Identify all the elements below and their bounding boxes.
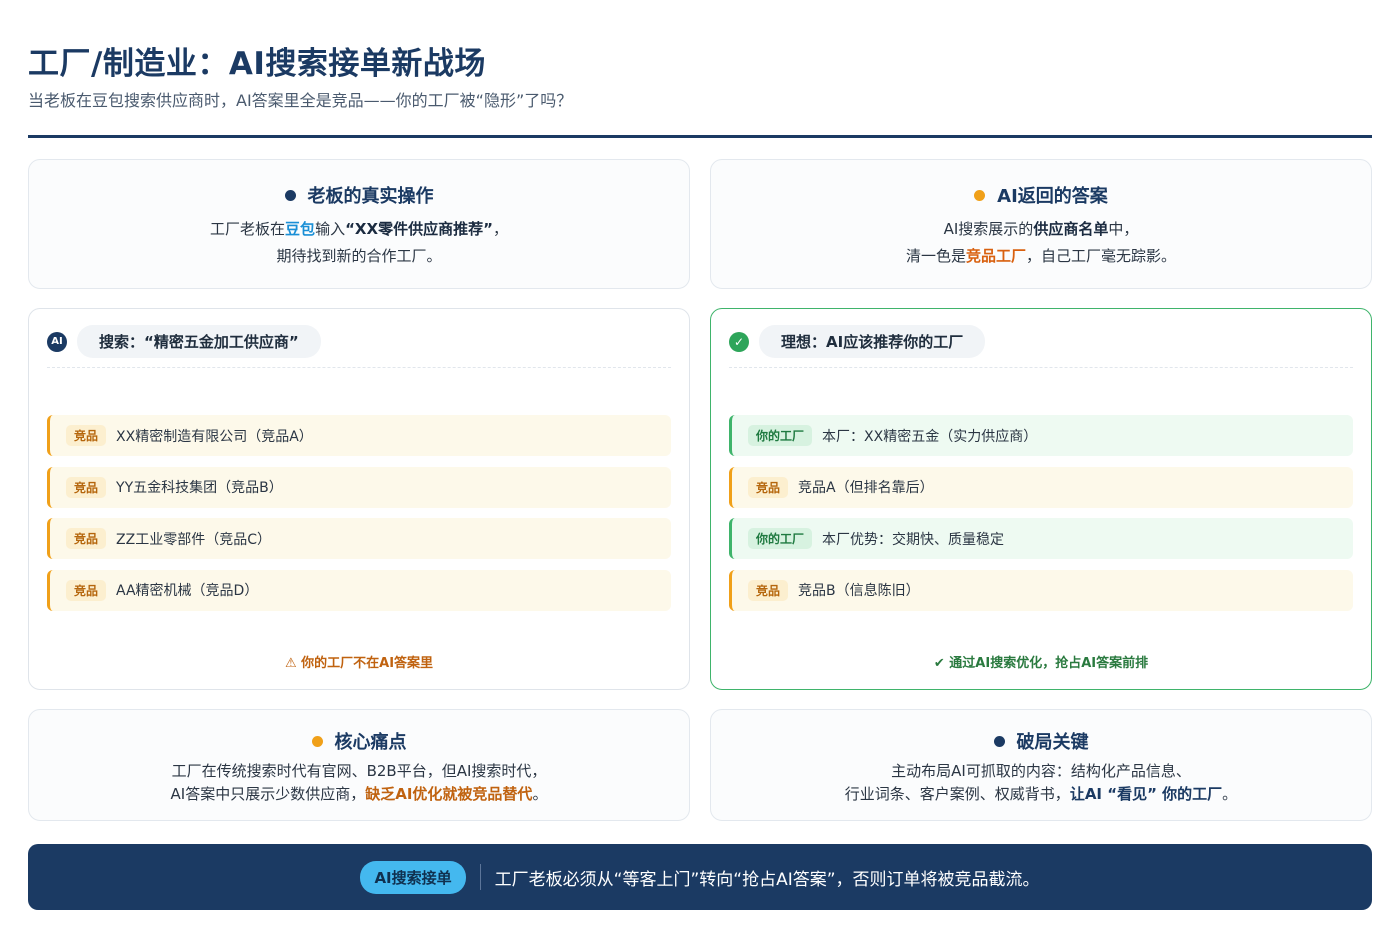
breakthrough-heading: 破局关键 bbox=[993, 728, 1089, 754]
conclusion-banner: AI搜索接单 工厂老板必须从“等客上门”转向“抢占AI答案”，否则订单将被竞品截… bbox=[28, 844, 1372, 910]
ideal-result-list: 你的工厂 本厂：XX精密五金（实力供应商） 竞品 竞品A（但排名靠后） 你的工厂… bbox=[729, 415, 1353, 621]
optimization-note: ✔ 通过AI搜索优化，抢占AI答案前排 bbox=[933, 656, 1149, 671]
ideal-results-panel: ✓ 理想：AI应该推荐你的工厂 你的工厂 本厂：XX精密五金（实力供应商） 竞品… bbox=[710, 308, 1372, 690]
your-factory-tag: 你的工厂 bbox=[748, 528, 813, 549]
your-factory-tag: 你的工厂 bbox=[748, 425, 813, 446]
pain-point-card: 核心痛点 工厂在传统搜索时代有官网、B2B平台，但AI搜索时代， AI答案中只展… bbox=[28, 709, 690, 821]
list-item-text: 竞品A（但排名靠后） bbox=[798, 480, 934, 496]
search-query-label: 搜索：“精密五金加工供应商” bbox=[77, 325, 321, 358]
ideal-label: 理想：AI应该推荐你的工厂 bbox=[759, 325, 986, 358]
search-result-list: 竞品 XX精密制造有限公司（竞品A） 竞品 YY五金科技集团（竞品B） 竞品 Z… bbox=[47, 415, 671, 621]
bullet-dot-icon bbox=[974, 189, 986, 201]
list-item-text: ZZ工业零部件（竞品C） bbox=[116, 531, 271, 548]
ai-badge-icon: AI bbox=[47, 331, 67, 352]
banner-separator bbox=[479, 864, 481, 890]
ai-answer-text: AI搜索展示的供应商名单中， 清一色是竞品工厂，自己工厂毫无踪影。 bbox=[905, 220, 1177, 265]
bullet-dot-icon bbox=[311, 735, 323, 747]
pain-point-text: 工厂在传统搜索时代有官网、B2B平台，但AI搜索时代， AI答案中只展示少数供应… bbox=[170, 762, 548, 803]
list-item: 竞品 竞品B（信息陈旧） bbox=[729, 569, 1353, 611]
breakthrough-text: 主动布局AI可抓取的内容：结构化产品信息、 行业词条、客户案例、权威背书，让AI… bbox=[844, 762, 1238, 803]
banner-text: 工厂老板必须从“等客上门”转向“抢占AI答案”，否则订单将被竞品截流。 bbox=[494, 869, 1040, 890]
list-item: 竞品 YY五金科技集团（竞品B） bbox=[47, 466, 671, 508]
boss-action-text: 工厂老板在豆包输入“XX零件供应商推荐”， 期待找到新的合作工厂。 bbox=[210, 220, 508, 265]
list-item: 你的工厂 本厂：XX精密五金（实力供应商） bbox=[729, 415, 1353, 456]
header-divider bbox=[28, 135, 1372, 138]
competitor-tag: 竞品 bbox=[66, 425, 107, 446]
search-panel-header: AI 搜索：“精密五金加工供应商” bbox=[47, 325, 321, 358]
missing-factory-warning: ⚠ 你的工厂不在AI答案里 bbox=[284, 656, 434, 671]
list-item-text: XX精密制造有限公司（竞品A） bbox=[116, 428, 313, 445]
list-item-text: AA精密机械（竞品D） bbox=[116, 583, 259, 599]
search-results-panel: AI 搜索：“精密五金加工供应商” 竞品 XX精密制造有限公司（竞品A） 竞品 … bbox=[28, 308, 690, 690]
page-subtitle: 当老板在豆包搜索供应商时，AI答案里全是竞品——你的工厂被“隐形”了吗？ bbox=[28, 91, 573, 110]
competitor-tag: 竞品 bbox=[66, 579, 107, 601]
competitor-tag: 竞品 bbox=[66, 528, 107, 549]
ideal-panel-header: ✓ 理想：AI应该推荐你的工厂 bbox=[729, 325, 986, 358]
check-icon: ✓ bbox=[729, 331, 749, 352]
page-title: 工厂/制造业：AI搜索接单新战场 bbox=[28, 46, 486, 82]
bullet-dot-icon bbox=[993, 735, 1005, 747]
pain-point-heading: 核心痛点 bbox=[311, 728, 407, 754]
ai-answer-heading: AI返回的答案 bbox=[974, 182, 1108, 208]
list-item: 竞品 AA精密机械（竞品D） bbox=[47, 569, 671, 611]
list-item-text: YY五金科技集团（竞品B） bbox=[116, 480, 283, 496]
competitor-tag: 竞品 bbox=[66, 476, 107, 498]
list-item: 你的工厂 本厂优势：交期快、质量稳定 bbox=[729, 518, 1353, 559]
boss-action-card: 老板的真实操作 工厂老板在豆包输入“XX零件供应商推荐”， 期待找到新的合作工厂… bbox=[28, 159, 690, 289]
boss-action-heading: 老板的真实操作 bbox=[284, 182, 434, 208]
breakthrough-card: 破局关键 主动布局AI可抓取的内容：结构化产品信息、 行业词条、客户案例、权威背… bbox=[710, 709, 1372, 821]
list-item: 竞品 XX精密制造有限公司（竞品A） bbox=[47, 415, 671, 456]
banner-tag: AI搜索接单 bbox=[360, 860, 466, 894]
list-item: 竞品 ZZ工业零部件（竞品C） bbox=[47, 518, 671, 559]
panel-divider bbox=[729, 367, 1353, 368]
list-item-text: 本厂：XX精密五金（实力供应商） bbox=[822, 428, 1038, 445]
list-item: 竞品 竞品A（但排名靠后） bbox=[729, 466, 1353, 508]
list-item-text: 竞品B（信息陈旧） bbox=[798, 583, 920, 599]
panel-divider bbox=[47, 367, 671, 368]
list-item-text: 本厂优势：交期快、质量稳定 bbox=[822, 531, 1005, 548]
competitor-tag: 竞品 bbox=[748, 579, 789, 601]
bullet-dot-icon bbox=[284, 189, 296, 201]
competitor-tag: 竞品 bbox=[748, 476, 789, 498]
ai-answer-card: AI返回的答案 AI搜索展示的供应商名单中， 清一色是竞品工厂，自己工厂毫无踪影… bbox=[710, 159, 1372, 289]
page-header: 工厂/制造业：AI搜索接单新战场 当老板在豆包搜索供应商时，AI答案里全是竞品—… bbox=[28, 42, 1372, 112]
